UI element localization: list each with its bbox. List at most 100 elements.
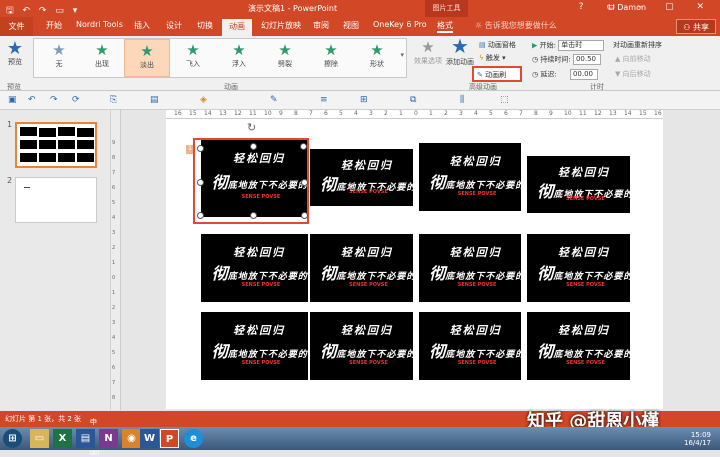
picture-card[interactable]: 轻松回归彻底地放下不必要的力SENSE POVSE: [310, 234, 413, 302]
star-icon: ★: [370, 41, 384, 59]
anim-split[interactable]: ★ 劈裂: [262, 39, 308, 77]
tab-transitions[interactable]: 切换: [197, 20, 213, 31]
picture-card[interactable]: 轻松回归彻底地放下不必要的力SENSE POVSE: [527, 156, 630, 213]
tab-nordri-tools[interactable]: Nordri Tools: [76, 20, 123, 29]
word-icon[interactable]: W: [140, 429, 159, 448]
add-animation-button[interactable]: ★ 添加动画: [444, 36, 476, 67]
tab-design[interactable]: 设计: [166, 20, 182, 31]
app-icon[interactable]: ◉: [122, 429, 141, 448]
anim-label: 飞入: [186, 60, 200, 68]
picture-card[interactable]: 轻松回归彻底地放下不必要的力SENSE POVSE: [527, 234, 630, 302]
anim-fade[interactable]: ★ 淡出: [124, 39, 170, 77]
anim-none[interactable]: ★ 无: [36, 39, 82, 77]
window-controls[interactable]: ? ▭ – ▢ ✕: [579, 2, 714, 12]
duration-control: ◷ 持续时间: 00.50: [532, 54, 601, 65]
slide-thumbnail-1[interactable]: [15, 122, 97, 168]
ruler-tick: 16: [654, 110, 662, 117]
trigger-button[interactable]: ϟ 触发 ▾: [479, 53, 506, 63]
excel-icon[interactable]: X: [53, 429, 72, 448]
anim-fly-in[interactable]: ★ 飞入: [170, 39, 216, 77]
tab-onekey[interactable]: OneKey 6 Pro: [373, 20, 427, 29]
animation-pane-button[interactable]: ▤ 动画窗格: [479, 40, 516, 50]
onenote-icon[interactable]: N: [99, 429, 118, 448]
picture-card[interactable]: 轻松回归彻底地放下不必要的力SENSE POVSE: [527, 312, 630, 380]
resize-handle[interactable]: [250, 212, 257, 219]
system-clock[interactable]: 15:09 16/4/17: [684, 431, 711, 447]
card-title: 轻松回归: [449, 245, 502, 259]
gallery-more-icon[interactable]: ▾: [400, 51, 404, 59]
tab-insert[interactable]: 插入: [134, 20, 150, 31]
picture-card[interactable]: 轻松回归彻底地放下不必要的力SENSE POVSE: [419, 143, 521, 211]
slide-counter: 幻灯片 第 1 张，共 2 张: [5, 415, 82, 423]
ruler-tick: 10: [264, 110, 272, 117]
tell-me-search[interactable]: ☼ 告诉我您想要做什么: [475, 20, 557, 31]
file-explorer-icon[interactable]: ▭: [30, 429, 49, 448]
resize-handle[interactable]: [301, 179, 308, 186]
ruler-tick: 4: [354, 110, 358, 117]
card-subtitle: 彻底地放下不必要的力: [537, 341, 630, 361]
ruler-tick: 1: [399, 110, 403, 117]
picture-card[interactable]: 轻松回归彻底地放下不必要的力SENSE POVSE: [310, 312, 413, 380]
picture-card[interactable]: 轻松回归彻底地放下不必要的力SENSE POVSE: [310, 149, 413, 206]
picture-card[interactable]: 轻松回归彻底地放下不必要的力SENSE POVSE: [201, 234, 308, 302]
tab-home[interactable]: 开始: [46, 20, 62, 31]
ruler-tick: 5: [339, 110, 343, 117]
repeat-icon[interactable]: ⟳: [72, 95, 80, 105]
start-control[interactable]: ▶ 开始: 单击时: [532, 40, 605, 51]
picture-card[interactable]: 轻松回归彻底地放下不必要的力SENSE POVSE: [419, 234, 521, 302]
undo-icon[interactable]: ↶: [28, 95, 36, 105]
animation-painter-label: 动画刷: [485, 71, 507, 79]
delay-input[interactable]: 00.00: [569, 69, 598, 80]
ruler-tick: 10: [564, 110, 572, 117]
tab-file[interactable]: 文件: [0, 17, 33, 36]
tab-slideshow[interactable]: 幻灯片放映: [261, 20, 301, 31]
resize-handle[interactable]: [197, 212, 204, 219]
duration-input[interactable]: 00.50: [572, 54, 601, 65]
ie-icon[interactable]: e: [184, 429, 203, 448]
tab-format[interactable]: 格式: [437, 20, 453, 33]
rotate-handle-icon[interactable]: ↻: [247, 121, 256, 134]
eyedropper-icon[interactable]: ✎: [270, 95, 278, 105]
card-title: 轻松回归: [449, 154, 502, 168]
resize-handle[interactable]: [197, 145, 204, 152]
group-icon[interactable]: ⊞: [360, 95, 368, 105]
share-button[interactable]: ⚇ 共享: [676, 19, 716, 34]
powerpoint-icon[interactable]: P: [160, 429, 179, 448]
start-dropdown[interactable]: 单击时: [558, 40, 605, 51]
distribute-icon[interactable]: ⫼: [460, 95, 464, 105]
save-icon[interactable]: ▣: [8, 95, 17, 105]
arrange-icon[interactable]: ⧉: [410, 95, 416, 105]
ruler-tick: 7: [309, 110, 313, 117]
clock-time: 15:09: [690, 431, 711, 439]
copy-icon[interactable]: ⎘: [110, 95, 117, 105]
anim-wipe[interactable]: ★ 擦除: [308, 39, 354, 77]
anim-shape[interactable]: ★ 形状: [354, 39, 400, 77]
card-tag: SENSE POVSE: [349, 188, 388, 195]
effect-options-button[interactable]: ★ 效果选项: [410, 39, 446, 66]
resize-handle[interactable]: [250, 143, 257, 150]
tab-animations[interactable]: 动画: [222, 19, 252, 36]
move-later-button[interactable]: ▼ 向后移动: [615, 69, 651, 79]
align-icon[interactable]: ≡: [320, 95, 328, 105]
tab-view[interactable]: 视图: [343, 20, 359, 31]
paste-icon[interactable]: ▤: [150, 95, 159, 105]
resize-handle[interactable]: [300, 143, 307, 150]
anim-label: 劈裂: [278, 60, 292, 68]
picture-card[interactable]: 轻松回归彻底地放下不必要的力SENSE POVSE: [419, 312, 521, 380]
resize-handle[interactable]: [301, 212, 308, 219]
resize-handle[interactable]: [197, 179, 204, 186]
move-earlier-button[interactable]: ▲ 向前移动: [615, 54, 651, 64]
anim-appear[interactable]: ★ 出现: [79, 39, 125, 77]
redo-icon[interactable]: ↷: [50, 95, 58, 105]
tab-review[interactable]: 审阅: [313, 20, 329, 31]
animation-painter-button[interactable]: ✎ 动画刷: [472, 66, 522, 82]
preview-button[interactable]: ★ 预览: [2, 40, 28, 67]
size-icon[interactable]: ⬚: [500, 95, 509, 105]
anim-float-in[interactable]: ★ 浮入: [216, 39, 262, 77]
picture-card[interactable]: 轻松回归彻底地放下不必要的力SENSE POVSE: [201, 312, 308, 380]
slide-thumbnail-2[interactable]: [15, 177, 97, 223]
format-painter-icon[interactable]: ◈: [200, 95, 207, 105]
word-outline-icon[interactable]: ▤: [76, 429, 95, 448]
star-icon: ★: [95, 41, 109, 59]
start-button-icon[interactable]: ⊞: [3, 429, 22, 448]
